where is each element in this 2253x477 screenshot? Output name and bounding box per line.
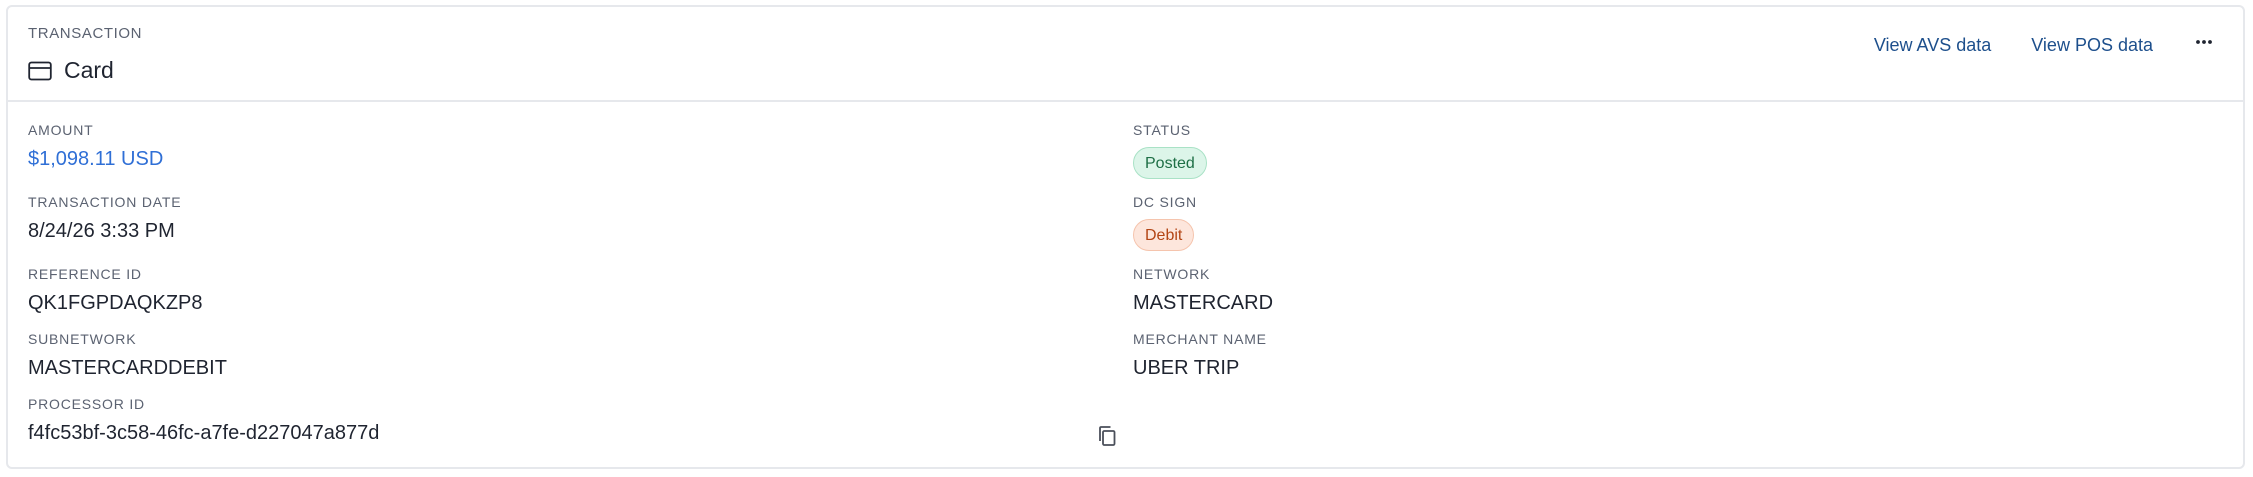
amount-value: $1,098.11 USD [28, 148, 164, 170]
copy-icon[interactable] [1097, 425, 1117, 447]
network-value: MASTERCARD [1133, 292, 1274, 314]
transaction-card: TRANSACTION Card View AVS data View POS … [6, 5, 2245, 469]
merchant-name-label: MERCHANT NAME [1133, 331, 1267, 347]
more-horizontal-icon[interactable] [2193, 36, 2215, 48]
transaction-date-label: TRANSACTION DATE [28, 194, 182, 210]
amount-label: AMOUNT [28, 122, 94, 138]
transaction-header: TRANSACTION Card View AVS data View POS … [8, 7, 2243, 102]
network-label: NETWORK [1133, 266, 1211, 282]
subnetwork-value: MASTERCARDDEBIT [28, 357, 227, 379]
dc-sign-label: DC SIGN [1133, 194, 1197, 210]
reference-id-label: REFERENCE ID [28, 266, 142, 282]
page-title: Card [64, 57, 114, 83]
status-label: STATUS [1133, 122, 1191, 138]
processor-id-label: PROCESSOR ID [28, 396, 145, 412]
merchant-name-value: UBER TRIP [1133, 357, 1240, 379]
reference-id-value: QK1FGPDAQKZP8 [28, 292, 203, 314]
title-row: Card [28, 57, 114, 84]
dc-sign-badge: Debit [1133, 219, 1195, 251]
section-eyebrow: TRANSACTION [28, 25, 143, 42]
header-actions: View AVS data View POS data [1874, 35, 2215, 56]
transaction-date-value: 8/24/26 3:33 PM [28, 220, 175, 242]
processor-id-value: f4fc53bf-3c58-46fc-a7fe-d227047a877d [28, 422, 380, 444]
view-avs-data-link[interactable]: View AVS data [1874, 35, 1991, 56]
view-pos-data-link[interactable]: View POS data [2031, 35, 2153, 56]
credit-card-icon [28, 61, 52, 80]
status-badge: Posted [1133, 147, 1207, 179]
subnetwork-label: SUBNETWORK [28, 331, 137, 347]
